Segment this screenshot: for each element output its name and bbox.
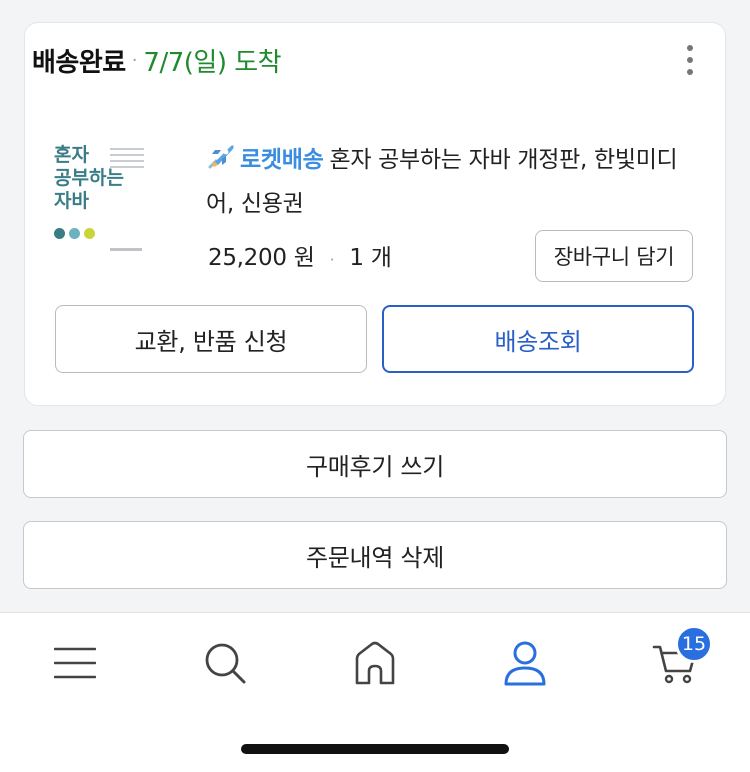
write-review-button[interactable]: 구매후기 쓰기 [23,430,727,498]
user-icon [504,641,546,686]
separator-dot: · [131,49,138,71]
delivery-status: 배송완료 [32,47,126,78]
product-thumbnail[interactable]: 혼자 공부하는 자바 [50,118,150,268]
product-quantity: 1 개 [349,245,392,271]
nav-home[interactable] [345,633,405,693]
product-price: 25,200 원 [208,245,315,271]
add-to-cart-button[interactable]: 장바구니 담기 [535,230,693,282]
nav-menu[interactable] [45,633,105,693]
cart-count-badge: 15 [675,625,713,663]
track-delivery-button[interactable]: 배송조회 [382,305,694,373]
rocket-icon [208,145,234,169]
delete-order-button[interactable]: 주문내역 삭제 [23,521,727,589]
home-indicator[interactable] [241,744,509,754]
more-options-icon[interactable] [680,42,700,78]
nav-search[interactable] [195,633,255,693]
nav-cart[interactable]: 15 [645,625,713,693]
arrival-date: 7/7(일) 도착 [143,47,282,78]
order-header: 배송완료 · 7/7(일) 도착 [32,42,282,78]
separator-dot: · [329,250,335,269]
rocket-delivery-label: 로켓배송 [240,147,324,173]
search-icon [205,643,246,684]
exchange-return-button[interactable]: 교환, 반품 신청 [55,305,367,373]
product-title[interactable]: 로켓배송 혼자 공부하는 자바 개정판, 한빛미디어, 신용권 [206,138,696,226]
nav-my-account[interactable] [495,633,555,693]
home-icon [355,641,395,685]
price-row: 25,200 원 · 1 개 [208,238,392,272]
menu-icon [54,647,96,679]
